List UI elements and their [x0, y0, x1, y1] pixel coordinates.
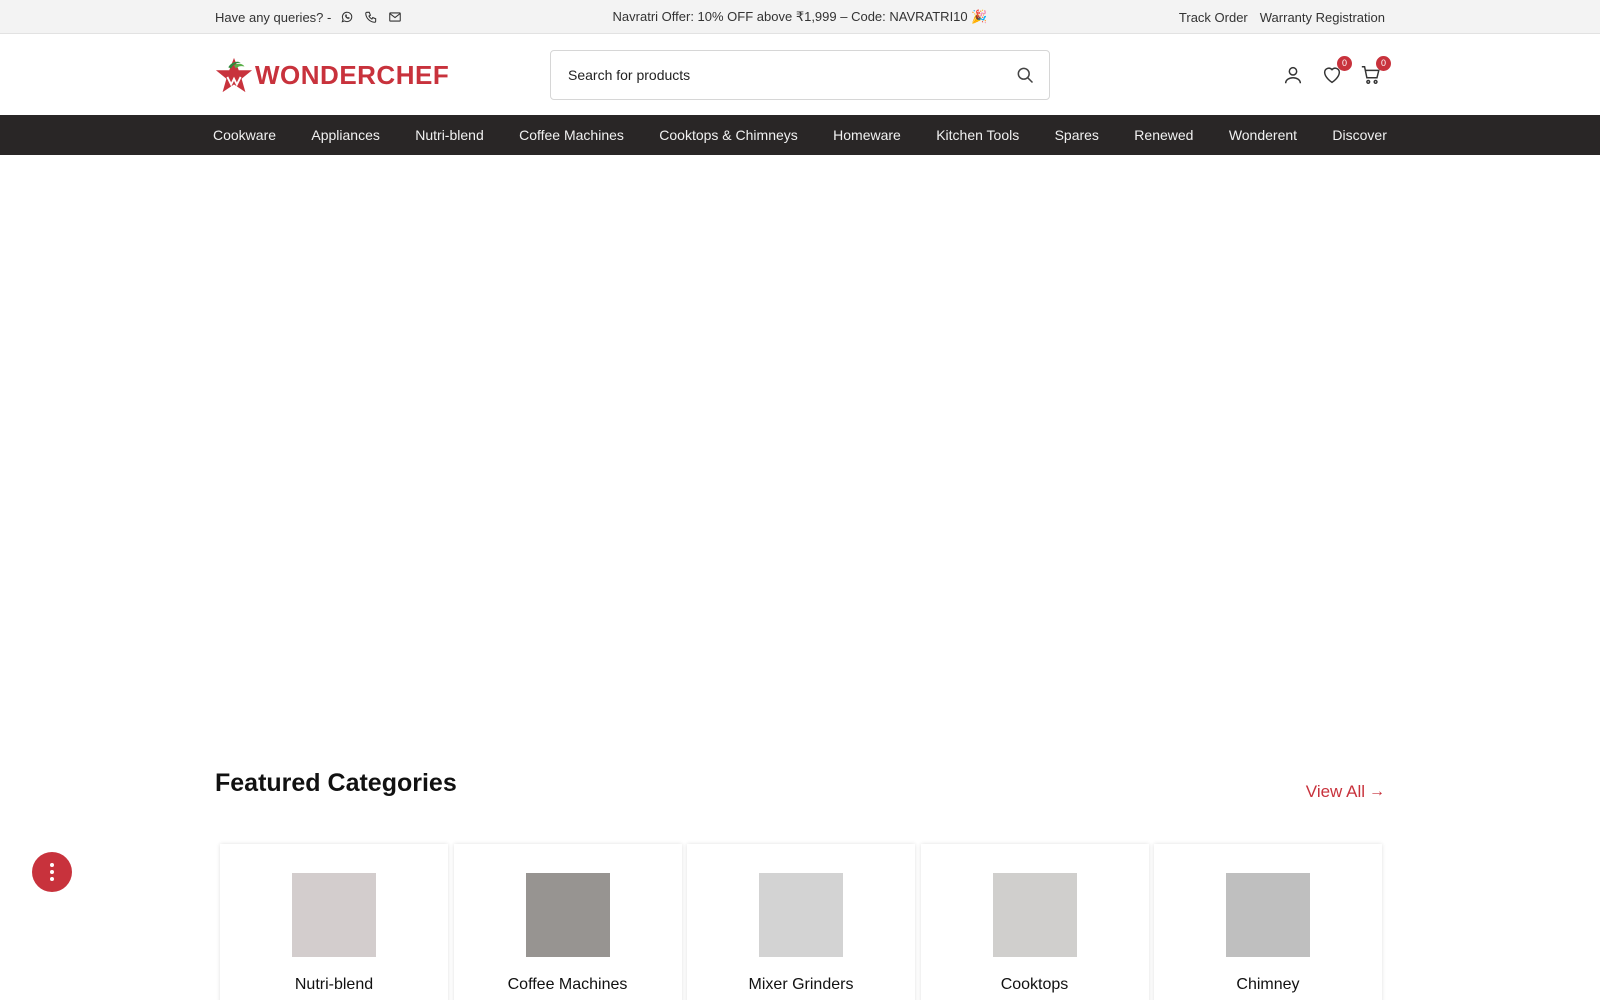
queries-label: Have any queries? -: [215, 9, 332, 25]
cart-button[interactable]: 0: [1357, 56, 1391, 89]
nav-item-appliances[interactable]: Appliances: [311, 127, 380, 143]
arrow-right-icon: →: [1369, 783, 1385, 800]
logo-wordmark: WONDERCHEF: [255, 59, 450, 90]
nav-item-homeware[interactable]: Homeware: [833, 127, 901, 143]
category-card-chimney[interactable]: Chimney: [1154, 844, 1382, 1000]
nav-item-discover[interactable]: Discover: [1332, 127, 1386, 143]
main-navigation: Cookware Appliances Nutri-blend Coffee M…: [0, 115, 1600, 155]
category-name: Cooktops: [1000, 976, 1069, 993]
warranty-registration-link[interactable]: Warranty Registration: [1260, 10, 1385, 25]
category-image: [292, 873, 376, 957]
nav-item-nutri-blend[interactable]: Nutri-blend: [415, 127, 483, 143]
cart-count-badge: 0: [1376, 56, 1391, 71]
star-logo-icon: [215, 57, 253, 93]
user-icon: [1284, 66, 1302, 84]
category-image: [1226, 873, 1310, 957]
category-image: [992, 873, 1077, 957]
featured-categories-heading: Featured Categories: [215, 769, 457, 797]
account-button[interactable]: [1279, 61, 1307, 89]
category-name: Mixer Grinders: [748, 976, 854, 993]
category-card-coffee-machines[interactable]: Coffee Machines: [453, 844, 682, 1000]
nav-item-spares[interactable]: Spares: [1055, 127, 1099, 143]
search-bar: [550, 50, 1050, 100]
dot: [50, 870, 54, 874]
nav-item-cooktops-chimneys[interactable]: Cooktops & Chimneys: [659, 127, 798, 143]
category-card-mixer-grinders[interactable]: Mixer Grinders: [687, 844, 915, 1000]
view-all-label: View All: [1305, 782, 1365, 801]
utility-links: Track Order Warranty Registration: [1167, 0, 1385, 34]
wishlist-button[interactable]: 0: [1318, 56, 1352, 89]
category-image: [759, 873, 843, 957]
nav-item-cookware[interactable]: Cookware: [213, 127, 276, 143]
brand-logo[interactable]: WONDERCHEF: [215, 56, 449, 94]
mail-icon[interactable]: [387, 9, 403, 25]
category-name: Chimney: [1236, 976, 1300, 993]
contact-group: Have any queries? -: [215, 0, 403, 34]
nav-item-coffee-machines[interactable]: Coffee Machines: [519, 127, 624, 143]
dot: [50, 877, 54, 881]
nav-item-wonderent[interactable]: Wonderent: [1229, 127, 1297, 143]
header-actions: 0 0: [1268, 56, 1391, 90]
search-button[interactable]: [1001, 51, 1049, 99]
track-order-link[interactable]: Track Order: [1179, 10, 1248, 25]
nav-item-renewed[interactable]: Renewed: [1134, 127, 1193, 143]
category-card-nutri-blend[interactable]: Nutri-blend: [220, 844, 448, 1000]
nav-item-kitchen-tools[interactable]: Kitchen Tools: [936, 127, 1019, 143]
site-header: WONDERCHEF 0 0: [0, 34, 1600, 115]
category-carousel: Nutri-blend Coffee Machines Mixer Grinde…: [220, 844, 1382, 1000]
phone-icon[interactable]: [363, 9, 379, 25]
floating-menu-button[interactable]: [32, 852, 72, 892]
category-name: Coffee Machines: [507, 976, 628, 993]
dot: [50, 863, 54, 867]
category-card-cooktops[interactable]: Cooktops: [920, 844, 1149, 1000]
search-icon: [1017, 67, 1034, 84]
announcement-bar: Have any queries? - Navratri Offer: 10% …: [0, 0, 1600, 34]
whatsapp-icon[interactable]: [339, 9, 355, 25]
wishlist-count-badge: 0: [1337, 56, 1352, 71]
view-all-link[interactable]: View All →: [1306, 782, 1385, 802]
category-name: Nutri-blend: [294, 976, 374, 993]
search-input[interactable]: [551, 51, 1001, 99]
category-image: [525, 873, 610, 957]
